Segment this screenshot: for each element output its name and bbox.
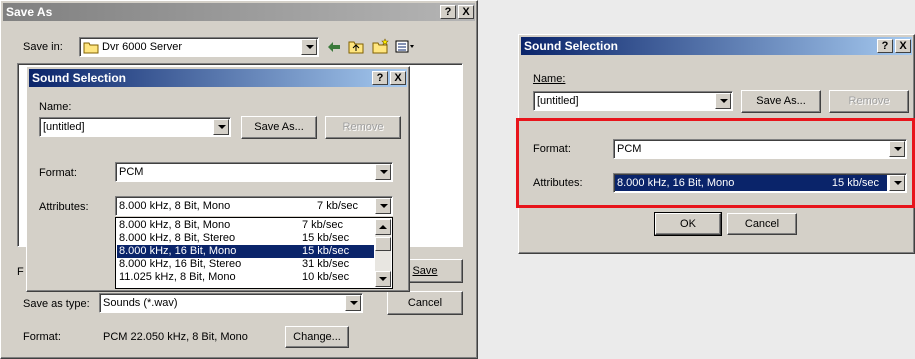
inner-dialog-title: Sound Selection [32,71,127,85]
inner-attributes-dropdown-arrow[interactable] [375,198,391,214]
inner-format-dropdown-arrow[interactable] [375,164,391,180]
list-item-selected[interactable]: 8.000 kHz, 16 Bit, Mono 15 kb/sec [117,245,374,258]
list-item[interactable]: 8.000 kHz, 8 Bit, Mono 7 kb/sec [117,219,374,232]
save-in-dropdown[interactable]: Dvr 6000 Server [79,37,319,57]
inner-close-button[interactable]: X [390,71,406,85]
list-item[interactable]: 8.000 kHz, 8 Bit, Stereo 15 kb/sec [117,232,374,245]
inner-help-button[interactable]: ? [372,71,388,85]
save-button-label: Save [412,265,438,277]
scroll-thumb[interactable] [375,237,391,251]
right-name-value: [untitled] [537,95,579,107]
inner-attributes-label: Attributes: [39,201,89,213]
right-dialog-titlebar: Sound Selection ? X [521,37,912,55]
inner-name-dropdown[interactable]: [untitled] [39,117,231,137]
view-menu-icon[interactable] [395,40,415,53]
list-item[interactable]: 8.000 kHz, 16 Bit, Stereo 31 kb/sec [117,258,374,271]
inner-format-label: Format: [39,167,77,179]
back-arrow-icon[interactable] [327,41,341,53]
right-name-label: Name: [533,73,566,85]
inner-dialog-titlebar: Sound Selection ? X [29,69,407,87]
right-close-button[interactable]: X [895,39,911,53]
inner-attributes-value: 8.000 kHz, 8 Bit, Mono [119,200,231,212]
up-folder-icon[interactable] [348,38,364,54]
save-in-label: Save in: [23,41,63,53]
format-value: PCM 22.050 kHz, 8 Bit, Mono [103,331,248,343]
inner-sound-selection-dialog: Sound Selection ? X Name: [untitled] Sav… [26,66,410,292]
save-type-label: Save as type: [23,298,90,310]
highlight-box [516,118,915,208]
save-in-value: Dvr 6000 Server [102,41,183,53]
right-name-dropdown-arrow[interactable] [715,93,731,109]
folder-icon [83,42,99,54]
cancel-button[interactable]: Cancel [387,291,463,315]
inner-attributes-rate: 7 kb/sec [317,200,358,212]
change-button[interactable]: Change... [285,326,349,348]
right-cancel-button[interactable]: Cancel [727,213,797,235]
save-type-value: Sounds (*.wav) [103,297,178,309]
file-name-label: F [17,266,24,278]
scroll-down-arrow-icon[interactable] [375,271,391,287]
right-name-dropdown[interactable]: [untitled] [533,91,733,111]
right-dialog-title: Sound Selection [524,39,619,53]
save-as-titlebar: Save As ? X [3,3,475,21]
list-scrollbar[interactable] [375,219,391,287]
right-remove-button[interactable]: Remove [829,90,909,113]
format-label: Format: [23,331,61,343]
save-in-dropdown-arrow[interactable] [301,39,317,55]
inner-remove-button[interactable]: Remove [325,116,401,139]
inner-format-dropdown[interactable]: PCM [115,162,393,182]
inner-attributes-dropdown[interactable]: 8.000 kHz, 8 Bit, Mono 7 kb/sec [115,196,393,216]
help-button[interactable]: ? [440,5,456,19]
right-help-button[interactable]: ? [877,39,893,53]
window-title: Save As [6,5,53,19]
save-type-dropdown[interactable]: Sounds (*.wav) [99,293,363,313]
close-button[interactable]: X [458,5,474,19]
list-item[interactable]: 11.025 kHz, 8 Bit, Mono 10 kb/sec [117,271,374,284]
ok-button[interactable]: OK [654,212,722,236]
attributes-dropdown-list[interactable]: 8.000 kHz, 8 Bit, Mono 7 kb/sec 8.000 kHz… [115,217,393,289]
inner-name-dropdown-arrow[interactable] [213,119,229,135]
new-folder-icon[interactable] [372,38,390,54]
inner-format-value: PCM [119,166,144,178]
inner-name-label: Name: [39,101,72,113]
inner-name-value: [untitled] [43,121,85,133]
scroll-up-arrow-icon[interactable] [375,219,391,235]
right-save-as-button[interactable]: Save As... [741,90,821,113]
inner-save-as-button[interactable]: Save As... [241,116,317,139]
save-type-dropdown-arrow[interactable] [345,295,361,311]
